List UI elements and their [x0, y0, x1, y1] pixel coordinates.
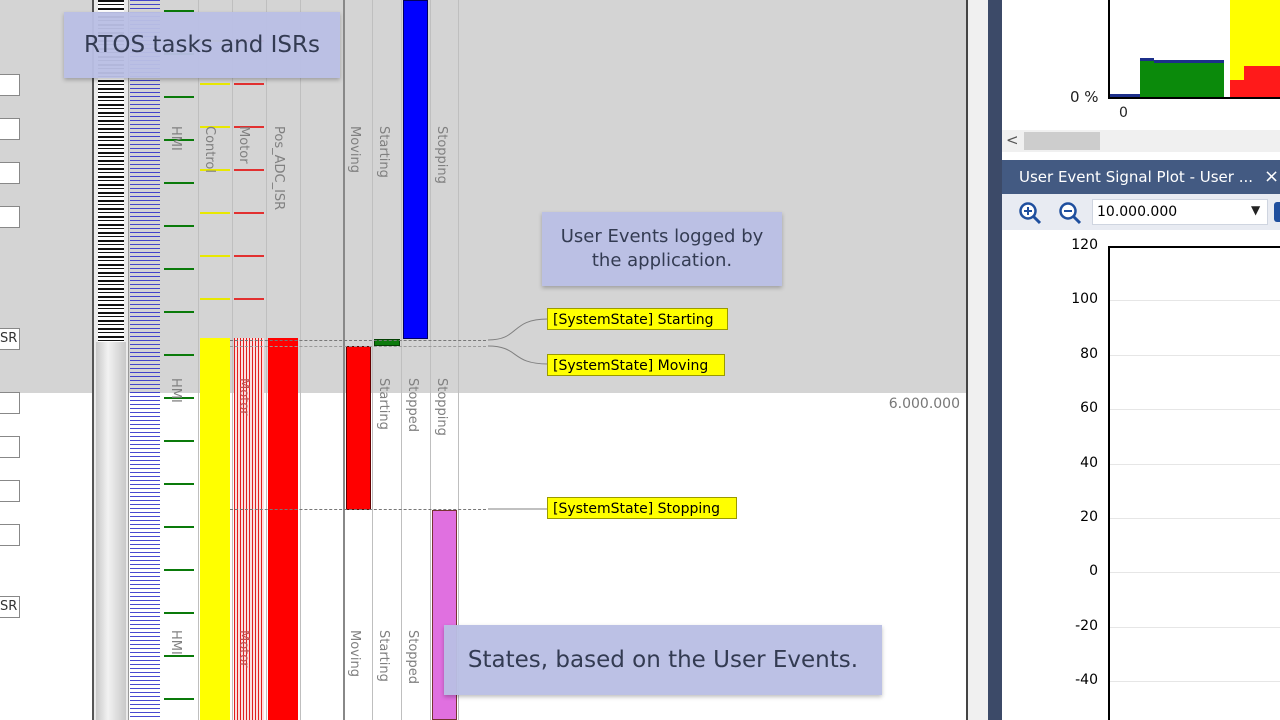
column-label-starting: Starting [376, 630, 391, 682]
event-connectors [487, 318, 549, 510]
timestamp-marker: 6.000.000 [888, 396, 960, 412]
trace-view[interactable]: SR SR HMI Control Motor Pos_ADC_ISR Movi… [0, 0, 966, 720]
signal-plot-toolbar: 10.000.000 ▼ [1002, 194, 1280, 230]
panel-splitter[interactable] [968, 0, 990, 720]
y-tick-label: 40 [1080, 455, 1098, 471]
column-label-stopping: Stopping [434, 126, 449, 184]
actor-checkbox[interactable] [0, 480, 20, 502]
signal-plot-header: User Event Signal Plot - User ... × [1002, 160, 1280, 194]
zoom-out-icon[interactable] [1058, 201, 1082, 225]
control-task-bar [200, 338, 230, 720]
callout-states: States, based on the User Events. [444, 625, 882, 695]
column-label-stopped: Stopped [405, 630, 420, 685]
splitter-dark-edge [988, 0, 1002, 720]
trace-overview-strip[interactable] [92, 0, 129, 720]
histogram-y-axis [1108, 0, 1110, 98]
histogram-x-label: 0 [1119, 105, 1128, 121]
event-label-starting[interactable]: [SystemState] Starting [547, 308, 728, 330]
column-label-starting: Starting [376, 126, 391, 178]
signal-plot-title: User Event Signal Plot - User ... [1019, 168, 1254, 186]
close-icon[interactable]: × [1264, 166, 1279, 187]
histogram-y-label: 0 % [1070, 88, 1099, 106]
column-label-starting: Starting [376, 378, 391, 430]
zoom-in-icon[interactable] [1018, 201, 1042, 225]
isr-label-box: SR [0, 328, 20, 350]
column-label-pos-adc-isr: Pos_ADC_ISR [271, 126, 286, 211]
histogram-x-axis [1108, 97, 1280, 99]
event-line [230, 509, 486, 510]
state-stopping-bar [403, 0, 428, 339]
histogram-scrollbar[interactable]: < [1002, 130, 1280, 152]
isr-label-box: SR [0, 596, 20, 618]
y-tick-label: -40 [1075, 672, 1098, 688]
callout-user-events: User Events logged by the application. [542, 212, 782, 286]
y-tick-label: 100 [1071, 291, 1098, 307]
actor-checkbox[interactable] [0, 524, 20, 546]
y-tick-label: 120 [1071, 237, 1098, 253]
scrollbar-thumb[interactable] [1024, 132, 1100, 150]
actor-checkbox[interactable] [0, 162, 20, 184]
y-tick-label: 0 [1089, 563, 1098, 579]
histogram-panel: 0 % 0 [1002, 0, 1280, 128]
actor-checkbox[interactable] [0, 206, 20, 228]
chevron-down-icon[interactable]: ▼ [1251, 203, 1260, 217]
callout-rtos-tasks: RTOS tasks and ISRs [64, 12, 340, 78]
hmi-task-column [164, 0, 194, 720]
column-label-motor: Motor [236, 630, 251, 668]
column-label-control: Control [202, 126, 217, 173]
column-label-hmi: HMI [168, 126, 183, 151]
zoom-level-select[interactable]: 10.000.000 ▼ [1092, 199, 1268, 225]
column-label-stopped: Stopped [405, 378, 420, 433]
zoom-level-value: 10.000.000 [1097, 204, 1178, 220]
state-moving-bar [346, 346, 371, 510]
event-line [230, 346, 486, 347]
column-label-moving: Moving [347, 630, 362, 677]
task-column-blue [130, 0, 160, 720]
y-tick-label: 20 [1080, 509, 1098, 525]
settings-icon[interactable] [1274, 202, 1280, 222]
column-label-stopping: Stopping [434, 378, 449, 436]
column-label-moving: Moving [347, 126, 362, 173]
signal-plot-frame [1108, 246, 1280, 720]
actor-checkbox[interactable] [0, 74, 20, 96]
actor-checkbox[interactable] [0, 436, 20, 458]
y-tick-label: 60 [1080, 400, 1098, 416]
y-tick-label: 80 [1080, 346, 1098, 362]
event-label-stopping[interactable]: [SystemState] Stopping [547, 497, 737, 519]
column-label-motor: Motor [236, 126, 251, 164]
event-label-moving[interactable]: [SystemState] Moving [547, 354, 725, 376]
actor-checkbox[interactable] [0, 392, 20, 414]
column-label-hmi: HMI [168, 378, 183, 403]
y-tick-label: -20 [1075, 618, 1098, 634]
column-label-hmi: HMI [168, 630, 183, 655]
column-label-motor: Motor [236, 378, 251, 416]
event-line [230, 340, 486, 341]
scroll-left-icon[interactable]: < [1006, 131, 1019, 149]
pos-adc-isr-bar [268, 338, 298, 720]
actor-checkbox[interactable] [0, 118, 20, 140]
